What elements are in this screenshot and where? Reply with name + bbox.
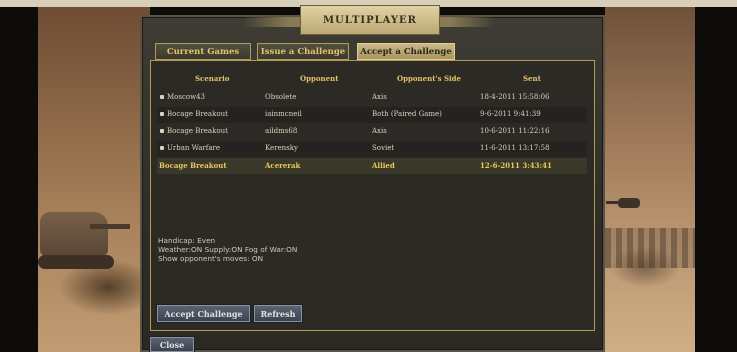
cell-scenario: Bocage Breakout <box>167 110 228 118</box>
tank-gun <box>90 224 130 229</box>
column-header-sent[interactable]: Sent <box>523 74 541 83</box>
tab-issue-challenge[interactable]: Issue a Challenge <box>257 43 349 60</box>
cell-sent: 10-6-2011 11:22:16 <box>480 127 550 135</box>
accept-challenge-button[interactable]: Accept Challenge <box>157 305 250 322</box>
bunker-silhouette <box>618 198 640 208</box>
cell-side: Both (Paired Game) <box>372 110 442 118</box>
cell-opponent: Kerensky <box>265 144 298 152</box>
cell-scenario: Bocage Breakout <box>167 127 228 135</box>
cell-scenario: Urban Warfare <box>167 144 220 152</box>
cell-opponent: iainmcneil <box>265 110 302 118</box>
column-header-opponent[interactable]: Opponent <box>300 74 338 83</box>
refresh-button[interactable]: Refresh <box>254 305 302 322</box>
table-row[interactable]: Bocage Breakout iainmcneil Both (Paired … <box>157 107 587 123</box>
cell-sent: 11-6-2011 13:17:58 <box>480 144 550 152</box>
bullet-icon <box>160 146 164 150</box>
treeline <box>605 228 695 268</box>
cell-sent: 9-6-2011 9:41:39 <box>480 110 541 118</box>
background-dark-right <box>695 7 737 352</box>
table-row-selected[interactable]: Bocage Breakout Acererak Allied 12-6-201… <box>157 158 587 174</box>
bullet-icon <box>160 129 164 133</box>
cell-sent: 18-4-2011 15:58:06 <box>480 93 550 101</box>
table-row[interactable]: Moscow43 Obsolete Axis 18-4-2011 15:58:0… <box>157 90 587 106</box>
cell-side: Axis <box>372 127 387 135</box>
close-button[interactable]: Close <box>150 337 194 352</box>
cell-scenario: Moscow43 <box>167 93 206 101</box>
cell-side: Soviet <box>372 144 395 152</box>
cell-scenario: Bocage Breakout <box>159 161 227 170</box>
column-header-scenario[interactable]: Scenario <box>195 74 229 83</box>
cell-opponent: Acererak <box>265 161 301 170</box>
handicap-text: Handicap: Even <box>158 236 216 245</box>
bunker-gun <box>606 201 620 204</box>
game-settings-text: Weather:ON Supply:ON Fog of War:ON <box>158 245 298 254</box>
tab-current-games[interactable]: Current Games <box>155 43 251 60</box>
cell-sent: 12-6-2011 3:43:41 <box>480 161 552 170</box>
table-row[interactable]: Bocage Breakout aildms68 Axis 10-6-2011 … <box>157 124 587 140</box>
cell-side: Axis <box>372 93 387 101</box>
bullet-icon <box>160 95 164 99</box>
bullet-icon <box>160 112 164 116</box>
tank-silhouette <box>40 212 108 256</box>
cell-opponent: aildms68 <box>265 127 298 135</box>
column-header-opponent-side[interactable]: Opponent's Side <box>397 74 461 83</box>
window-title: MULTIPLAYER <box>300 5 440 35</box>
tank-tracks <box>38 255 114 269</box>
tab-accept-challenge[interactable]: Accept a Challenge <box>357 43 455 60</box>
cell-side: Allied <box>372 161 395 170</box>
cell-opponent: Obsolete <box>265 93 297 101</box>
background-battlefield-right <box>605 7 695 352</box>
table-row[interactable]: Urban Warfare Kerensky Soviet 11-6-2011 … <box>157 141 587 157</box>
background-battlefield-left <box>38 7 150 352</box>
show-moves-text: Show opponent's moves: ON <box>158 254 264 263</box>
